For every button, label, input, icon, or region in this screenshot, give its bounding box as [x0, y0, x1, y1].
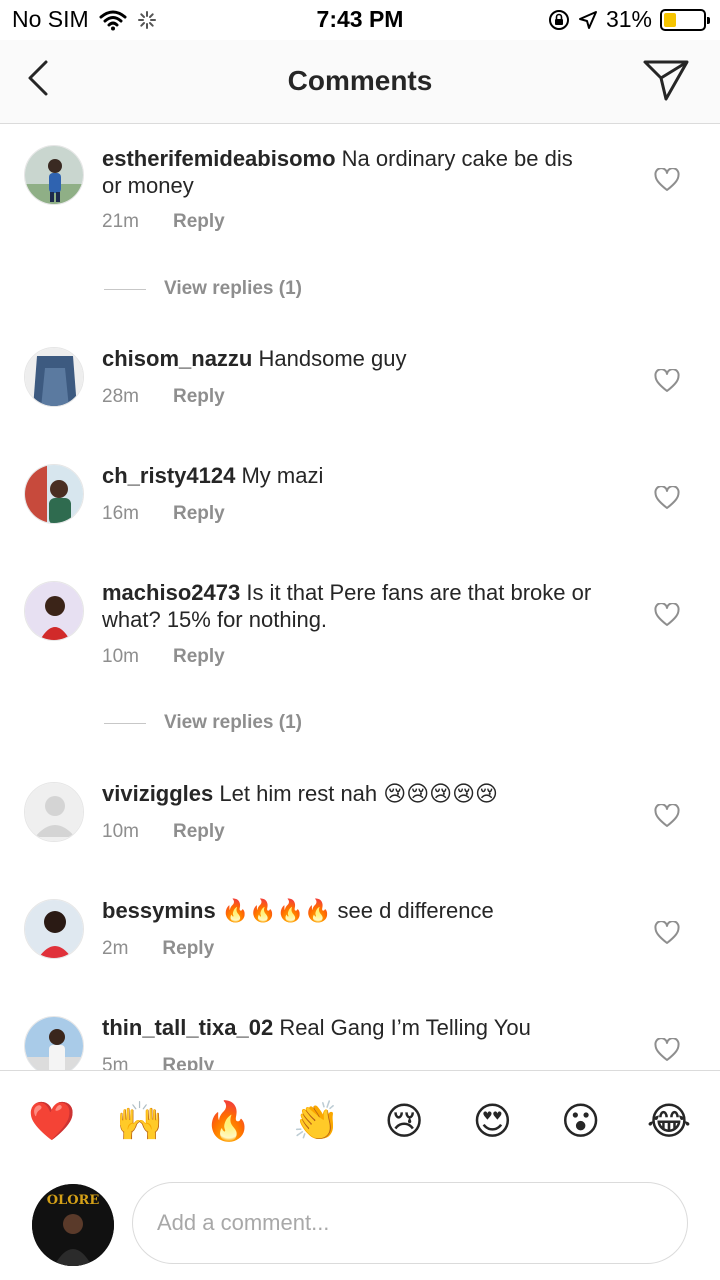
view-replies-label: View replies (1) — [164, 712, 302, 733]
reply-button[interactable]: Reply — [173, 386, 225, 408]
heart-icon[interactable] — [654, 804, 680, 828]
comment-body: Let him rest nah 😢😢😢😢😢 — [219, 781, 498, 806]
heart-icon[interactable] — [654, 168, 680, 192]
reaction-crying[interactable]: 😢 — [381, 1098, 427, 1144]
comment-time: 28m — [102, 386, 139, 407]
comment-username[interactable]: machiso2473 — [102, 580, 240, 605]
heart-icon[interactable] — [654, 369, 680, 393]
comment-username[interactable]: thin_tall_tixa_02 — [102, 1015, 273, 1040]
comment-body: Real Gang I’m Telling You — [279, 1015, 531, 1040]
reply-button[interactable]: Reply — [162, 1055, 214, 1070]
view-replies-label: View replies (1) — [164, 278, 302, 299]
status-bar: No SIM 7:43 PM 31% — [0, 0, 720, 40]
orientation-lock-icon — [548, 9, 569, 30]
comment-username[interactable]: bessymins — [102, 898, 216, 923]
battery-percent: 31% — [605, 6, 652, 32]
avatar[interactable] — [24, 347, 84, 407]
comment-time: 10m — [102, 646, 139, 667]
battery-level — [664, 12, 676, 27]
status-right: 31% — [548, 6, 710, 33]
reaction-heart-eyes[interactable]: 😍 — [469, 1098, 515, 1144]
comment-text: machiso2473 Is it that Pere fans are tha… — [102, 579, 592, 633]
comment-meta: 21m Reply — [102, 211, 225, 233]
comment-meta: 10m Reply — [102, 646, 225, 668]
reply-button[interactable]: Reply — [162, 938, 214, 960]
comment-username[interactable]: viviziggles — [102, 781, 213, 806]
reaction-fire[interactable]: 🔥 — [205, 1098, 252, 1144]
avatar-logo-text: OLORE — [47, 1193, 100, 1208]
comment-meta: 10m Reply — [102, 821, 225, 843]
divider-line — [104, 722, 146, 724]
avatar[interactable] — [24, 782, 84, 842]
comment-body: Handsome guy — [258, 346, 407, 371]
avatar[interactable] — [24, 145, 84, 205]
reaction-clapping-hands[interactable]: 👏 — [293, 1098, 340, 1144]
location-arrow-icon — [578, 10, 597, 29]
reply-button[interactable]: Reply — [173, 503, 225, 525]
comment-username[interactable]: estherifemideabisomo — [102, 146, 336, 171]
view-replies-button[interactable]: View replies (1) — [104, 712, 302, 734]
comment-meta: 28m Reply — [102, 386, 225, 408]
comment-time: 21m — [102, 211, 139, 232]
reply-button[interactable]: Reply — [173, 646, 225, 668]
nav-bar: Comments — [0, 40, 720, 124]
comments-list[interactable]: estherifemideabisomo Na ordinary cake be… — [0, 125, 720, 1070]
comment-text: thin_tall_tixa_02 Real Gang I’m Telling … — [102, 1014, 592, 1041]
comment-meta: 2m Reply — [102, 938, 214, 960]
battery-icon — [660, 8, 710, 31]
avatar[interactable] — [24, 581, 84, 641]
comment-text: ch_risty4124 My mazi — [102, 462, 592, 489]
paper-plane-icon[interactable] — [642, 56, 690, 102]
comment-composer: OLORE — [0, 1170, 720, 1280]
comment-meta: 16m Reply — [102, 503, 225, 525]
comment-input[interactable] — [132, 1182, 688, 1264]
page-title: Comments — [287, 65, 433, 96]
comment-text: chisom_nazzu Handsome guy — [102, 345, 592, 372]
heart-icon[interactable] — [654, 486, 680, 510]
comment-body: 🔥🔥🔥🔥 see d difference — [221, 898, 494, 923]
reaction-raised-hands[interactable]: 🙌 — [116, 1098, 163, 1144]
comment-body: My mazi — [241, 463, 324, 488]
comment-time: 16m — [102, 503, 139, 524]
reaction-surprised[interactable]: 😮 — [558, 1098, 604, 1144]
divider-line — [104, 288, 146, 290]
comment-text: viviziggles Let him rest nah 😢😢😢😢😢 — [102, 780, 592, 807]
reply-button[interactable]: Reply — [173, 211, 225, 233]
comment-time: 10m — [102, 821, 139, 842]
comment-username[interactable]: ch_risty4124 — [102, 463, 235, 488]
comment-username[interactable]: chisom_nazzu — [102, 346, 252, 371]
avatar[interactable]: OLORE — [32, 1184, 114, 1266]
reaction-laughing[interactable]: 😂 — [646, 1098, 692, 1144]
comment-text: estherifemideabisomo Na ordinary cake be… — [102, 145, 592, 199]
heart-icon[interactable] — [654, 1038, 680, 1062]
emoji-reaction-bar: ❤️ 🙌 🔥 👏 😢 😍 😮 😂 — [0, 1070, 720, 1170]
avatar[interactable] — [24, 899, 84, 959]
reaction-heart[interactable]: ❤️ — [28, 1098, 75, 1144]
heart-icon[interactable] — [654, 921, 680, 945]
heart-icon[interactable] — [654, 603, 680, 627]
comment-meta: 5m Reply — [102, 1055, 214, 1070]
comment-text: bessymins 🔥🔥🔥🔥 see d difference — [102, 897, 592, 924]
avatar[interactable] — [24, 464, 84, 524]
comment-time: 5m — [102, 1055, 129, 1070]
view-replies-button[interactable]: View replies (1) — [104, 278, 302, 300]
reply-button[interactable]: Reply — [173, 821, 225, 843]
avatar[interactable] — [24, 1016, 84, 1070]
comment-time: 2m — [102, 938, 129, 959]
